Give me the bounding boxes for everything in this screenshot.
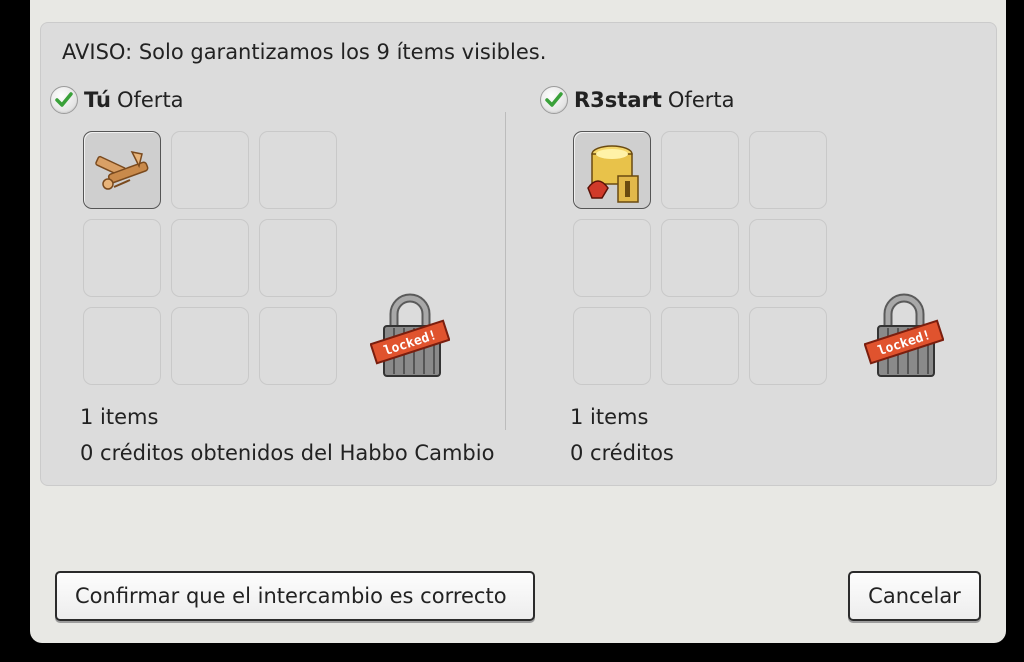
their-offer-slot-9[interactable] (749, 307, 827, 385)
my-offer-owner: Tú (84, 88, 111, 112)
my-offer-slot-9[interactable] (259, 307, 337, 385)
confirm-trade-button-label: Confirmar que el intercambio es correcto (75, 584, 507, 608)
offer-divider (505, 112, 506, 430)
my-offer-item-count: 1 items (80, 405, 159, 429)
their-offer-slot-4[interactable] (573, 219, 651, 297)
cancel-button-label: Cancelar (868, 584, 961, 608)
visible-items-notice: AVISO: Solo garantizamos los 9 ítems vis… (62, 40, 547, 64)
plane-furni-icon (95, 150, 149, 190)
my-offer-header: Tú Oferta (50, 86, 184, 114)
their-offer-locked-padlock-icon: locked! (864, 293, 944, 377)
their-offer-owner: R3start (574, 88, 662, 112)
my-offer-credits: 0 créditos obtenidos del Habbo Cambio (80, 441, 495, 465)
their-offer-slot-3[interactable] (749, 131, 827, 209)
their-offer-slot-1[interactable] (573, 131, 651, 209)
my-offer-grid (83, 131, 337, 385)
their-offer-slot-5[interactable] (661, 219, 739, 297)
my-offer-slot-5[interactable] (171, 219, 249, 297)
cancel-button[interactable]: Cancelar (848, 571, 981, 621)
my-offer-slot-7[interactable] (83, 307, 161, 385)
their-offer-slot-8[interactable] (661, 307, 739, 385)
my-offer-label: Oferta (116, 88, 184, 112)
their-offer-slot-2[interactable] (661, 131, 739, 209)
hat-box-furni-icon (587, 145, 639, 203)
their-offer-credits: 0 créditos (570, 441, 674, 465)
their-offer-header: R3start Oferta (540, 86, 734, 114)
my-offer-locked-padlock-icon: locked! (370, 293, 450, 377)
confirm-trade-button[interactable]: Confirmar que el intercambio es correcto (55, 571, 535, 621)
their-offer-slot-7[interactable] (573, 307, 651, 385)
my-offer-slot-3[interactable] (259, 131, 337, 209)
their-offer-label: Oferta (667, 88, 735, 112)
their-offer-accepted-check-icon (540, 86, 568, 114)
their-offer-grid (573, 131, 827, 385)
their-offer-item-count: 1 items (570, 405, 649, 429)
my-offer-slot-8[interactable] (171, 307, 249, 385)
my-offer-slot-1[interactable] (83, 131, 161, 209)
my-offer-slot-4[interactable] (83, 219, 161, 297)
their-offer-slot-6[interactable] (749, 219, 827, 297)
my-offer-accepted-check-icon (50, 86, 78, 114)
my-offer-slot-6[interactable] (259, 219, 337, 297)
my-offer-slot-2[interactable] (171, 131, 249, 209)
